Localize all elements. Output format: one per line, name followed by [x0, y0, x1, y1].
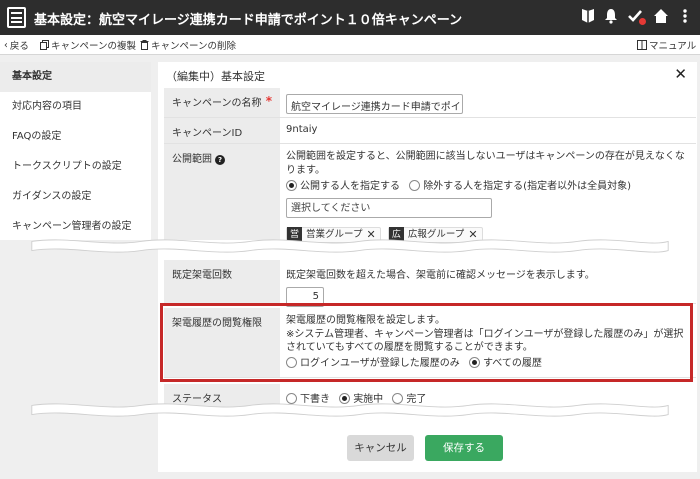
notification-dot	[639, 18, 646, 25]
torn-separator	[31, 239, 669, 253]
book-icon	[637, 40, 647, 50]
retry-row: 既定架電回数 既定架電回数を超えた場合、架電前に確認メッセージを表示します。 5	[164, 260, 696, 307]
delete-campaign-button[interactable]: キャンペーンの削除	[140, 38, 236, 52]
campaign-id-label: キャンペーンID	[164, 118, 280, 144]
radio-selected	[286, 180, 297, 191]
home-icon[interactable]	[652, 8, 670, 26]
task-check-icon[interactable]	[626, 8, 646, 26]
campaign-id-value: 9ntaiy	[280, 118, 696, 144]
campaign-name-input[interactable]: 航空マイレージ連携カード申請でポイン	[286, 94, 463, 114]
panel-title: （編集中）基本設定	[166, 70, 265, 83]
campaign-id-row: キャンペーンID 9ntaiy	[164, 118, 696, 144]
scope-description: 公開範囲を設定すると、公開範囲に該当しないユーザはキャンペーンの存在が見えなくな…	[286, 151, 685, 176]
highlight-box	[160, 303, 693, 382]
page-title: 基本設定：航空マイレージ連携カード申請でポイント１０倍キャンペーン	[34, 13, 463, 28]
help-icon[interactable]: ?	[215, 155, 225, 165]
campaign-name-row: キャンペーンの名称 * 航空マイレージ連携カード申請でポイン	[164, 88, 696, 118]
sidebar-item-guidance[interactable]: ガイダンスの設定	[0, 182, 151, 212]
settings-sidebar: 基本設定 対応内容の項目 FAQの設定 トークスクリプトの設定 ガイダンスの設定…	[0, 62, 151, 240]
sidebar-item-basic-settings[interactable]: 基本設定	[0, 62, 151, 92]
more-vertical-icon[interactable]	[676, 8, 694, 26]
scope-select-input[interactable]: 選択してください	[286, 198, 492, 218]
copy-icon	[40, 40, 49, 50]
retry-label: 既定架電回数	[164, 260, 280, 304]
app-header: 基本設定：航空マイレージ連携カード申請でポイント１０倍キャンペーン	[0, 0, 700, 35]
campaign-name-cell: 航空マイレージ連携カード申請でポイン	[280, 88, 696, 118]
flag-icon[interactable]	[579, 8, 597, 26]
menu-icon[interactable]	[7, 7, 26, 28]
copy-campaign-button[interactable]: キャンペーンの複製	[40, 38, 136, 52]
close-icon[interactable]: ✕	[674, 65, 687, 83]
required-mark: *	[265, 94, 272, 108]
torn-separator	[31, 403, 669, 417]
manual-button[interactable]: マニュアル	[637, 38, 696, 52]
sidebar-item-talk-script[interactable]: トークスクリプトの設定	[0, 152, 151, 182]
radio-unselected	[409, 180, 421, 191]
sidebar-item-response-items[interactable]: 対応内容の項目	[0, 92, 151, 122]
back-button[interactable]: ‹ 戻る	[4, 38, 29, 53]
save-button[interactable]: 保存する	[425, 435, 503, 461]
scope-options: 公開する人を指定する 除外する人を指定する(指定者以外は全員対象)	[286, 180, 690, 194]
scope-cell: 公開範囲を設定すると、公開範囲に該当しないユーザはキャンペーンの存在が見えなくな…	[280, 144, 696, 243]
toolbar: ‹ 戻る キャンペーンの複製 キャンペーンの削除 マニュアル	[0, 35, 700, 55]
cancel-button[interactable]: キャンセル	[347, 435, 414, 461]
retry-description: 既定架電回数を超えた場合、架電前に確認メッセージを表示します。	[286, 270, 595, 281]
scope-label: 公開範囲?	[164, 144, 280, 240]
scope-include-option[interactable]: 公開する人を指定する	[286, 180, 400, 194]
campaign-name-label: キャンペーンの名称 *	[164, 88, 280, 118]
sidebar-item-faq[interactable]: FAQの設定	[0, 122, 151, 152]
scope-row: 公開範囲? 公開範囲を設定すると、公開範囲に該当しないユーザはキャンペーンの存在…	[164, 144, 696, 243]
retry-cell: 既定架電回数を超えた場合、架電前に確認メッセージを表示します。 5	[280, 260, 696, 307]
bell-icon[interactable]	[602, 8, 620, 26]
chevron-left-icon: ‹	[4, 39, 8, 51]
scope-exclude-option[interactable]: 除外する人を指定する(指定者以外は全員対象)	[409, 180, 631, 194]
trash-icon	[140, 40, 149, 50]
